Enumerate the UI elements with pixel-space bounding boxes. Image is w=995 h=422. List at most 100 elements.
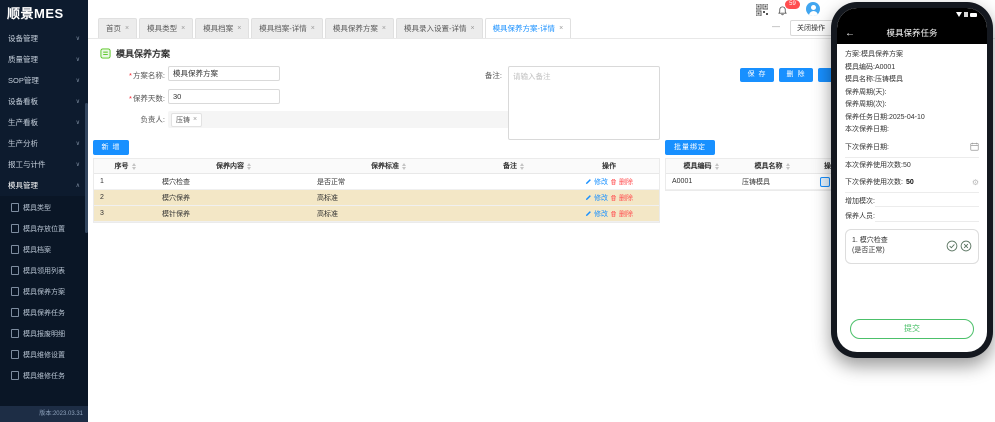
close-icon[interactable]: × (125, 25, 129, 32)
field-underline (875, 205, 979, 207)
add-row-button[interactable]: 新 增 (93, 140, 129, 155)
check-circle-icon[interactable] (946, 240, 958, 252)
sort-icon[interactable] (132, 163, 136, 170)
gear-icon[interactable]: ⚙ (972, 178, 979, 187)
delete-trash-icon[interactable] (610, 194, 617, 202)
edit-pencil-icon[interactable] (585, 210, 592, 217)
edit-link[interactable]: 修改 (594, 209, 608, 219)
col-header-no[interactable]: 序号 (94, 161, 156, 171)
plan-name-input[interactable] (168, 66, 280, 81)
sort-icon[interactable] (520, 163, 524, 170)
sidebar-item-equipment-board[interactable]: 设备看板∨ (0, 91, 88, 112)
chevron-down-icon: ∨ (76, 119, 80, 126)
tab-mold-type[interactable]: 模具类型× (139, 18, 193, 38)
table-row[interactable]: 1 模穴检查 是否正常 修改 删除 (94, 174, 659, 190)
col-header-standard[interactable]: 保养标准 (311, 161, 466, 171)
sidebar-item-production-analysis[interactable]: 生产分析∨ (0, 133, 88, 154)
tab-mold-entry-settings-detail[interactable]: 模具录入设置-详情× (396, 18, 483, 38)
chevron-down-icon: ∨ (76, 98, 80, 105)
avatar[interactable] (806, 2, 820, 16)
tab-mold-archive-detail[interactable]: 模具档案-详情× (251, 18, 323, 38)
col-header-remark[interactable]: 备注 (466, 161, 561, 171)
batch-bind-button[interactable]: 批量绑定 (665, 140, 715, 155)
sidebar-item-equipment[interactable]: 设备管理∨ (0, 28, 88, 49)
sidebar-item-mold-maintenance-task[interactable]: 模具保养任务 (0, 302, 88, 323)
field-cycle-days: 保养周期(天): (845, 87, 979, 100)
sort-icon[interactable] (402, 163, 406, 170)
tab-maintenance-plan[interactable]: 模具保养方案× (325, 18, 394, 38)
delete-trash-icon[interactable] (610, 210, 617, 218)
tab-maintenance-plan-detail[interactable]: 模具保养方案-详情× (485, 18, 572, 38)
sidebar-item-mold-borrow-list[interactable]: 模具领用列表 (0, 260, 88, 281)
table-row[interactable]: A0001 压铸模具 (666, 174, 856, 190)
field-plan: 方案:模具保养方案 (845, 49, 979, 62)
sort-icon[interactable] (247, 163, 251, 170)
sidebar-item-mold-repair-settings[interactable]: 模具维修设置 (0, 344, 88, 365)
sidebar-item-mold-type[interactable]: 模具类型 (0, 197, 88, 218)
sort-icon[interactable] (786, 163, 790, 170)
edit-pencil-icon[interactable] (585, 194, 592, 201)
col-header-mold-code[interactable]: 模具编码 (666, 161, 736, 171)
sidebar-item-mold-maintenance-plan[interactable]: 模具保养方案 (0, 281, 88, 302)
owner-tag: 压铸× (171, 113, 202, 127)
battery-icon (970, 13, 977, 17)
remark-textarea[interactable] (508, 66, 660, 140)
delete-link[interactable]: 删除 (619, 177, 633, 187)
maintenance-days-input[interactable] (168, 89, 280, 104)
close-icon[interactable]: × (181, 25, 185, 32)
delete-link[interactable]: 删除 (619, 209, 633, 219)
close-icon[interactable]: × (237, 25, 241, 32)
action-icon[interactable] (820, 177, 830, 187)
document-icon (11, 287, 19, 296)
next-date-field[interactable]: 下次保养日期: (845, 137, 979, 158)
add-count-field[interactable]: 增加模次: (845, 193, 979, 209)
delete-button[interactable]: 删 除 (779, 68, 813, 82)
edit-link[interactable]: 修改 (594, 177, 608, 187)
sidebar-item-production-board[interactable]: 生产看板∨ (0, 112, 88, 133)
tag-close-icon[interactable]: × (193, 116, 197, 123)
phone-page-title: 模具保养任务 (837, 27, 987, 39)
task-item-title: 1. 模穴检查 (852, 236, 888, 247)
close-icon[interactable]: × (559, 25, 563, 32)
close-icon[interactable]: × (311, 25, 315, 32)
task-item-subtitle: (是否正常) (852, 246, 888, 257)
col-header-mold-name[interactable]: 模具名称 (736, 161, 808, 171)
edit-pencil-icon[interactable] (585, 178, 592, 185)
sidebar-item-mold-scrap-detail[interactable]: 模具报废明细 (0, 323, 88, 344)
phone-statusbar-header: 模具保养任务 ← (837, 8, 987, 44)
save-button[interactable]: 保 存 (740, 68, 774, 82)
field-mold-code: 模具编码:A0001 (845, 62, 979, 75)
task-item-card[interactable]: 1. 模穴检查 (是否正常) (845, 229, 979, 264)
sidebar-scrollbar[interactable] (85, 103, 88, 233)
edit-link[interactable]: 修改 (594, 193, 608, 203)
minimize-icon[interactable]: — (772, 22, 780, 31)
table-row[interactable]: 2 模穴保养 高标准 修改 删除 (94, 190, 659, 206)
next-count-field[interactable]: 下次保养使用次数: 50 ⚙ (845, 173, 979, 193)
sidebar-item-mold-repair-task[interactable]: 模具维修任务 (0, 365, 88, 386)
sidebar-item-quality[interactable]: 质量管理∨ (0, 49, 88, 70)
document-icon (11, 350, 19, 359)
delete-link[interactable]: 删除 (619, 193, 633, 203)
calendar-icon[interactable] (970, 142, 979, 151)
close-icon[interactable]: × (382, 25, 386, 32)
required-asterisk: * (129, 94, 132, 103)
field-cycle-times: 保养周期(次): (845, 99, 979, 112)
sidebar-item-mold-location[interactable]: 模具存放位置 (0, 218, 88, 239)
sidebar-item-sop[interactable]: SOP管理∨ (0, 70, 88, 91)
close-icon[interactable]: × (470, 25, 474, 32)
personnel-field[interactable]: 保养人员: (845, 209, 979, 224)
delete-trash-icon[interactable] (610, 178, 617, 186)
sidebar-item-piecework[interactable]: 报工与计件∨ (0, 154, 88, 175)
field-current-date: 本次保养日期: (845, 124, 979, 137)
sidebar-item-mold-management[interactable]: 模具管理∧ (0, 175, 88, 196)
sort-icon[interactable] (715, 163, 719, 170)
tab-mold-archive[interactable]: 模具档案× (195, 18, 249, 38)
table-row[interactable]: 3 模针保养 高标准 修改 删除 (94, 206, 659, 222)
sidebar-item-mold-archive[interactable]: 模具档案 (0, 239, 88, 260)
tab-home[interactable]: 首页× (98, 18, 137, 38)
submit-button[interactable]: 提交 (850, 319, 974, 339)
cross-circle-icon[interactable] (960, 240, 972, 252)
col-header-content[interactable]: 保养内容 (156, 161, 311, 171)
owner-label: 负责人: (103, 114, 165, 125)
plan-name-label: *方案名称: (103, 70, 165, 81)
